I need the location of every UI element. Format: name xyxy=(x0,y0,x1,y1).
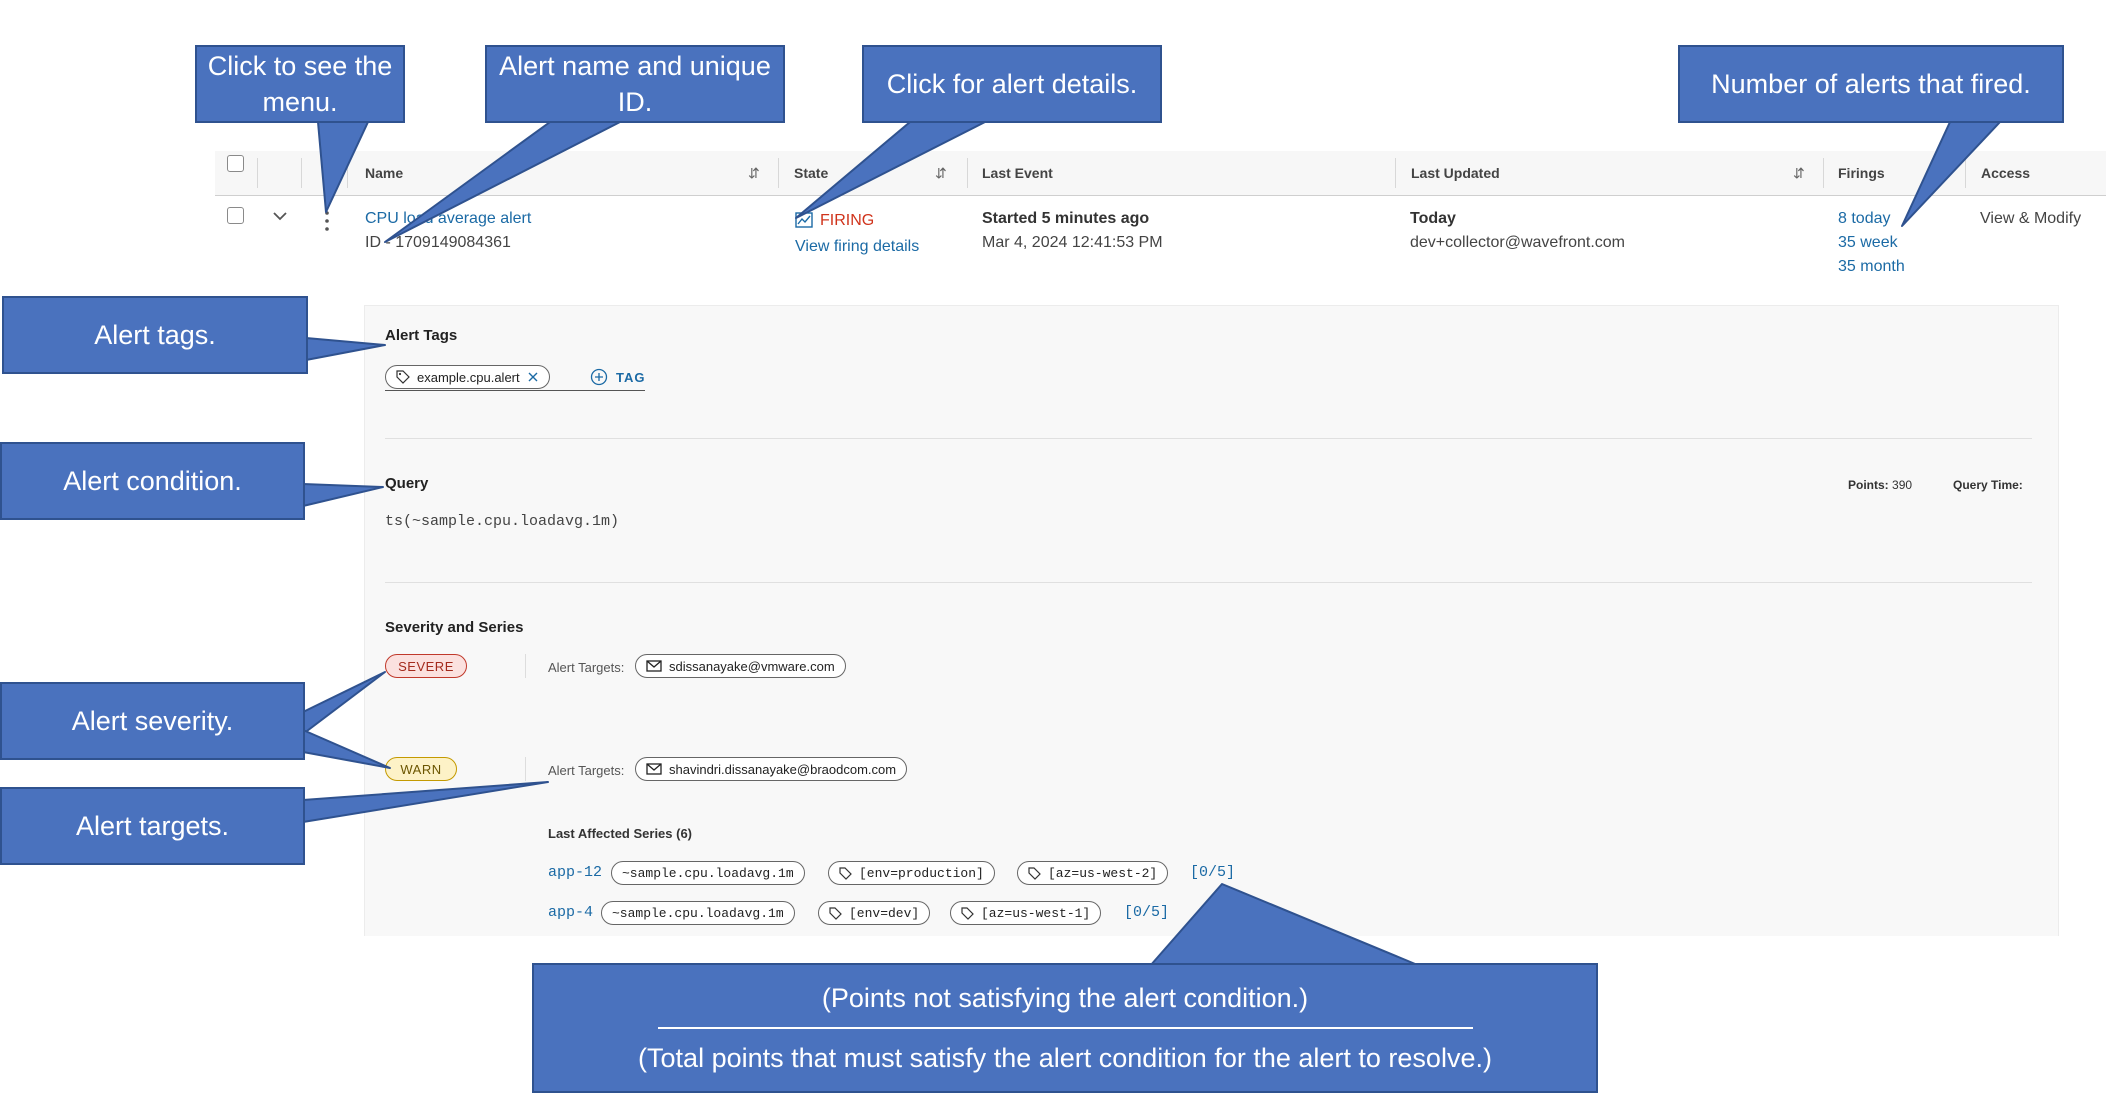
callout-details: Click for alert details. xyxy=(862,45,1162,123)
callout-points-total: (Total points that must satisfy the aler… xyxy=(638,1043,1492,1073)
callout-condition: Alert condition. xyxy=(0,442,305,520)
callout-firings: Number of alerts that fired. xyxy=(1678,45,2064,123)
callout-pointer xyxy=(302,729,391,769)
callout-pointer xyxy=(317,121,369,213)
callout-pointer xyxy=(302,671,386,735)
callout-points: (Points not satisfying the alert conditi… xyxy=(532,963,1598,1093)
callout-pointer xyxy=(302,483,384,507)
callout-name: Alert name and unique ID. xyxy=(485,45,785,123)
callout-fraction-line xyxy=(657,1027,1473,1029)
callout-targets: Alert targets. xyxy=(0,787,305,865)
callout-pointer xyxy=(1901,121,2001,227)
callout-pointer xyxy=(302,781,549,823)
callout-severity: Alert severity. xyxy=(0,682,305,760)
callout-points-not: (Points not satisfying the alert conditi… xyxy=(821,983,1309,1013)
callout-pointers xyxy=(302,121,2001,967)
callout-menu: Click to see the menu. xyxy=(195,45,405,123)
callout-pointer xyxy=(384,121,621,243)
callout-pointer xyxy=(795,121,986,219)
callout-pointer xyxy=(1149,883,1421,967)
callout-pointer xyxy=(305,337,386,361)
callout-tags: Alert tags. xyxy=(2,296,308,374)
